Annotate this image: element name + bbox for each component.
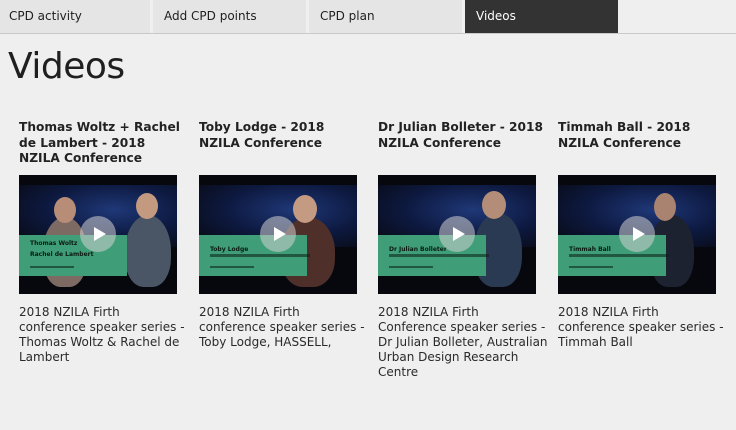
video-description: 2018 NZILA Firth conference speaker seri… bbox=[558, 305, 724, 349]
video-title[interactable]: Thomas Woltz + Rachel de Lambert - 2018 … bbox=[19, 120, 184, 167]
page-title: Videos bbox=[8, 46, 125, 87]
play-icon[interactable] bbox=[619, 216, 655, 252]
play-icon[interactable] bbox=[439, 216, 475, 252]
video-description: 2018 NZILA Firth conference speaker seri… bbox=[199, 305, 365, 349]
video-description: 2018 NZILA Firth conference speaker seri… bbox=[19, 305, 185, 364]
tab-cpd-plan[interactable]: CPD plan bbox=[309, 0, 462, 33]
video-description: 2018 NZILA Firth Conference speaker seri… bbox=[378, 305, 548, 379]
video-thumbnail[interactable]: Toby Lodge bbox=[199, 175, 357, 294]
play-icon[interactable] bbox=[260, 216, 296, 252]
video-title[interactable]: Toby Lodge - 2018 NZILA Conference bbox=[199, 120, 364, 151]
tab-add-cpd-points[interactable]: Add CPD points bbox=[153, 0, 306, 33]
video-thumbnail[interactable]: Dr Julian Bolleter bbox=[378, 175, 536, 294]
video-thumbnail[interactable]: Timmah Ball bbox=[558, 175, 716, 294]
play-icon[interactable] bbox=[80, 216, 116, 252]
tab-bar: CPD activity Add CPD points CPD plan Vid… bbox=[0, 0, 736, 34]
video-title[interactable]: Dr Julian Bolleter - 2018 NZILA Conferen… bbox=[378, 120, 543, 151]
tab-videos[interactable]: Videos bbox=[465, 0, 618, 33]
video-thumbnail[interactable]: Thomas Woltz Rachel de Lambert bbox=[19, 175, 177, 294]
video-title[interactable]: Timmah Ball - 2018 NZILA Conference bbox=[558, 120, 723, 151]
tab-cpd-activity[interactable]: CPD activity bbox=[0, 0, 150, 33]
speaker-figure bbox=[125, 215, 171, 287]
